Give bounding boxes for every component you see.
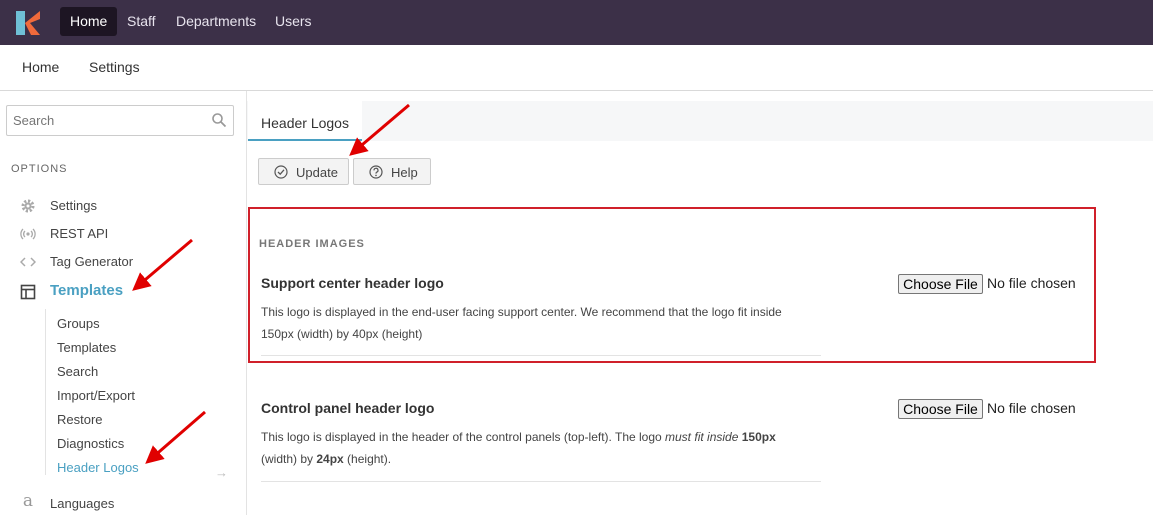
desc-line: This logo is displayed in the end-user f… (261, 305, 782, 319)
help-button[interactable]: Help (353, 158, 431, 185)
template-icon (20, 284, 36, 300)
tab-bar: Header Logos (247, 101, 1153, 141)
desc-bold: 24px (316, 452, 344, 466)
submenu-item-diagnostics[interactable]: Diagnostics (57, 436, 124, 451)
search-icon[interactable] (211, 112, 227, 128)
search-input[interactable] (7, 106, 197, 135)
top-navbar: Home Staff Departments Users (0, 0, 1153, 45)
desc-text: (height). (343, 452, 392, 466)
options-heading: OPTIONS (11, 163, 68, 175)
code-icon (20, 257, 36, 267)
submenu-item-groups[interactable]: Groups (57, 316, 100, 331)
topnav-home[interactable]: Home (60, 7, 118, 36)
help-button-label: Help (391, 165, 418, 180)
sidebar: OPTIONS Settings REST API Tag Generator (0, 91, 247, 515)
topnav-users[interactable]: Users (265, 7, 322, 36)
field-desc-control-panel-logo: This logo is displayed in the header of … (261, 426, 801, 470)
language-icon: a (22, 491, 34, 511)
sidebar-item-label: Languages (50, 496, 115, 511)
arrow-right-icon: → (215, 465, 228, 480)
subnav-settings[interactable]: Settings (89, 59, 140, 75)
choose-file-button[interactable]: Choose File (898, 399, 983, 419)
update-button[interactable]: Update (258, 158, 349, 185)
desc-bold: 150px (741, 430, 776, 444)
sidebar-item-label: Settings (50, 198, 97, 213)
field-separator (261, 355, 821, 356)
topnav-staff[interactable]: Staff (117, 7, 166, 36)
help-circle-icon (369, 165, 383, 179)
sidebar-item-label: Templates (50, 282, 124, 299)
submenu-item-header-logos[interactable]: Header Logos (57, 460, 139, 475)
sidebar-item-label: Tag Generator (50, 254, 134, 269)
sidebar-item-label: REST API (50, 226, 109, 241)
submenu-guide-line (45, 309, 46, 475)
submenu-item-search[interactable]: Search (57, 364, 98, 379)
submenu-item-import-export[interactable]: Import/Export (57, 388, 135, 403)
tab-header-logos[interactable]: Header Logos (248, 101, 362, 141)
choose-file-button[interactable]: Choose File (898, 274, 983, 294)
search-box (6, 105, 234, 136)
subnav-home[interactable]: Home (22, 59, 59, 75)
submenu-item-templates[interactable]: Templates (57, 340, 116, 355)
topnav-departments[interactable]: Departments (166, 7, 266, 36)
gear-icon (21, 199, 35, 213)
sub-navbar: Home Settings (0, 45, 1153, 91)
section-title: HEADER IMAGES (259, 238, 365, 250)
field-separator (261, 481, 821, 482)
file-status: No file chosen (987, 400, 1076, 416)
desc-text: This logo is displayed in the header of … (261, 430, 666, 444)
broadcast-icon (20, 228, 36, 240)
desc-text: (width) by (261, 452, 317, 466)
desc-line: 150px (width) by 40px (height) (261, 327, 423, 341)
update-button-label: Update (296, 165, 338, 180)
app-logo-icon[interactable] (16, 11, 40, 35)
field-title-support-logo: Support center header logo (261, 275, 444, 291)
file-status: No file chosen (987, 275, 1076, 291)
desc-emphasis: must fit inside (665, 430, 739, 444)
field-title-control-panel-logo: Control panel header logo (261, 400, 435, 416)
field-desc-support-logo: This logo is displayed in the end-user f… (261, 301, 801, 345)
submenu-item-restore[interactable]: Restore (57, 412, 103, 427)
check-circle-icon (274, 165, 288, 179)
